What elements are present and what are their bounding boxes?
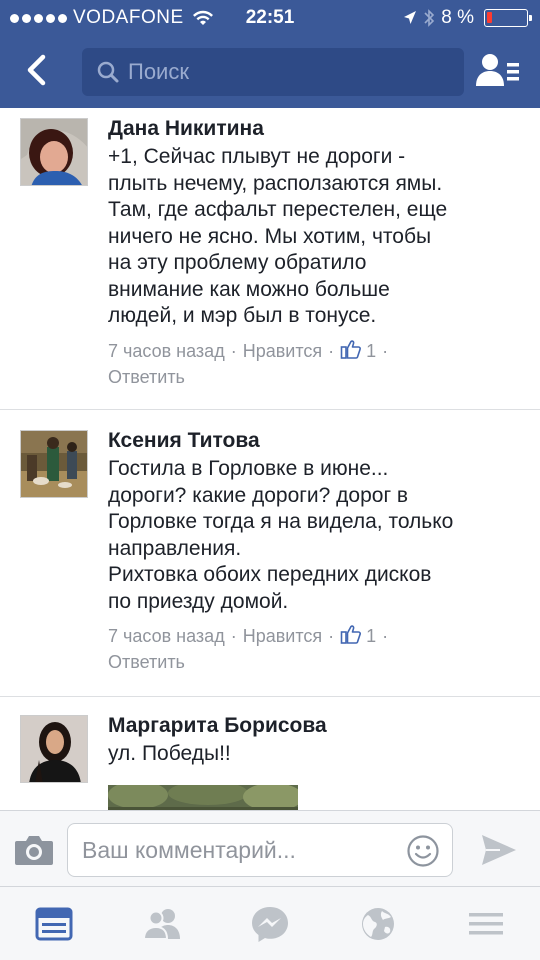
comment-text: Гостила в Горловке в июне... дороги? как…: [108, 457, 454, 613]
bluetooth-icon: [424, 9, 435, 27]
comment-time[interactable]: 7 часов назад: [108, 626, 225, 646]
avatar-image: [21, 431, 87, 497]
comment-time[interactable]: 7 часов назад: [108, 341, 225, 361]
comment-item: Ксения Титова Гостила в Горловке в июне.…: [0, 410, 540, 696]
battery-icon: [484, 9, 532, 27]
chevron-left-icon[interactable]: [18, 50, 58, 90]
smiley-icon[interactable]: [406, 834, 440, 868]
comment-photo[interactable]: [108, 785, 298, 810]
comment-author[interactable]: Ксения Титова: [108, 428, 520, 454]
news-feed-icon[interactable]: [34, 905, 74, 943]
thumbs-up-icon[interactable]: [340, 623, 362, 645]
nav-row: Поиск: [0, 40, 540, 102]
friend-requests-icon[interactable]: [476, 52, 520, 88]
comment-meta: 7 часов назад · Нравится · 1 · Ответить: [108, 338, 520, 390]
camera-icon[interactable]: [14, 833, 54, 867]
comment-item: Дана Никитина +1, Сейчас плывут не дорог…: [0, 108, 540, 408]
messenger-icon[interactable]: [250, 905, 290, 943]
like-button[interactable]: Нравится: [243, 626, 322, 646]
reply-button[interactable]: Ответить: [108, 652, 185, 672]
send-icon[interactable]: [480, 833, 518, 867]
comment-text: +1, Сейчас плывут не дороги - плыть нече…: [108, 145, 448, 327]
comment-input-placeholder: Ваш комментарий...: [82, 836, 296, 863]
comment-input[interactable]: Ваш комментарий...: [67, 823, 453, 877]
thumbs-up-icon[interactable]: [340, 338, 362, 360]
status-bar: VODAFONE 22:51 8 %: [0, 0, 540, 36]
comment-item: Маргарита Борисова ул. Победы!!: [0, 697, 540, 810]
friends-icon[interactable]: [142, 905, 182, 943]
comment-body: Дана Никитина +1, Сейчас плывут не дорог…: [108, 116, 520, 390]
header: VODAFONE 22:51 8 % Поиск: [0, 0, 540, 108]
comment-author[interactable]: Маргарита Борисова: [108, 713, 520, 739]
comment-text: ул. Победы!!: [108, 742, 231, 765]
search-input[interactable]: Поиск: [82, 48, 464, 96]
comment-meta: 7 часов назад · Нравится · 1 · Ответить: [108, 623, 520, 675]
comment-body: Маргарита Борисова ул. Победы!!: [108, 713, 520, 768]
notifications-globe-icon[interactable]: [358, 905, 398, 943]
avatar[interactable]: [20, 715, 88, 783]
comment-body: Ксения Титова Гостила в Горловке в июне.…: [108, 428, 520, 675]
avatar[interactable]: [20, 430, 88, 498]
comment-photo-image: [108, 785, 298, 810]
avatar-image: [21, 716, 87, 782]
battery-percent: 8 %: [441, 7, 474, 28]
location-arrow-icon: [404, 11, 417, 24]
avatar[interactable]: [20, 118, 88, 186]
search-icon: [97, 61, 119, 83]
search-placeholder: Поиск: [128, 59, 189, 84]
comment-author[interactable]: Дана Никитина: [108, 116, 520, 142]
tab-bar: [0, 886, 540, 960]
like-count[interactable]: 1: [366, 626, 376, 646]
comment-compose-bar: Ваш комментарий...: [0, 810, 540, 886]
reply-button[interactable]: Ответить: [108, 367, 185, 387]
like-button[interactable]: Нравится: [243, 341, 322, 361]
like-count[interactable]: 1: [366, 341, 376, 361]
menu-icon[interactable]: [466, 905, 506, 943]
avatar-image: [21, 119, 87, 185]
comments-list: Дана Никитина +1, Сейчас плывут не дорог…: [0, 108, 540, 810]
status-right: 8 %: [403, 7, 532, 29]
